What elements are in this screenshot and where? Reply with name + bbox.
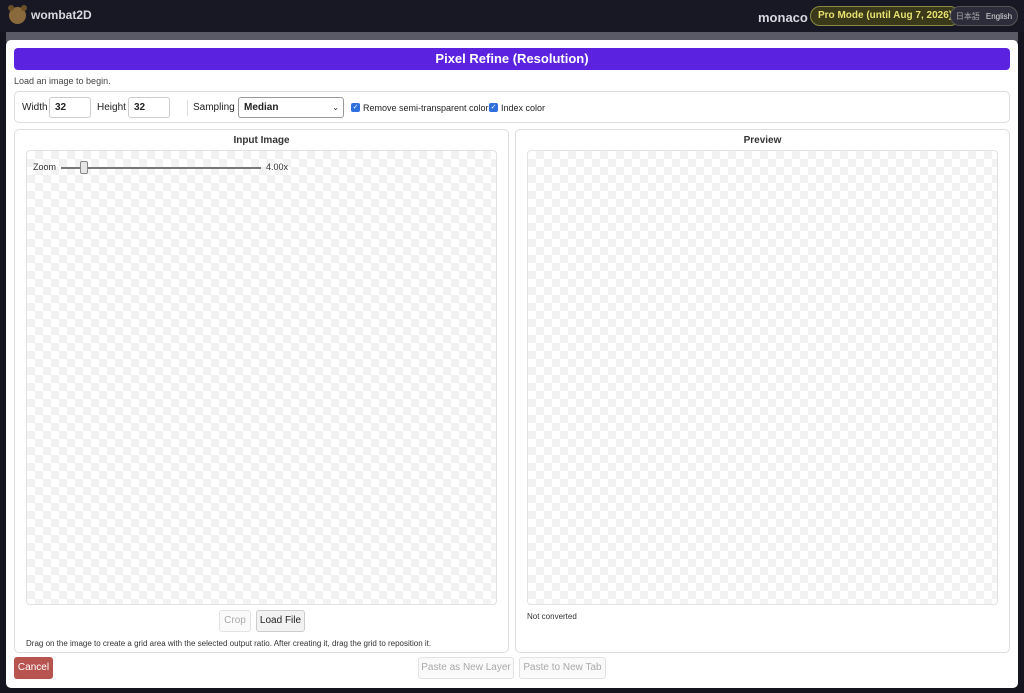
lang-en[interactable]: English — [986, 12, 1012, 21]
index-color-label[interactable]: Index color — [501, 103, 545, 113]
height-input[interactable]: 32 — [128, 97, 170, 118]
settings-row: Width 32 Height 32 Sampling Median ⌄ ✓ R… — [14, 91, 1010, 123]
paste-as-new-layer-button[interactable]: Paste as New Layer — [418, 657, 514, 679]
zoom-slider-thumb[interactable] — [80, 161, 88, 174]
sampling-select[interactable]: Median ⌄ — [238, 97, 344, 118]
sampling-value: Median — [244, 102, 279, 113]
remove-semi-label[interactable]: Remove semi-transparent colors — [363, 103, 493, 113]
width-label: Width — [22, 102, 48, 113]
dialog-status: Load an image to begin. — [14, 76, 111, 86]
dialog-title: Pixel Refine (Resolution) — [14, 48, 1010, 70]
paste-to-new-tab-button[interactable]: Paste to New Tab — [519, 657, 606, 679]
sampling-label: Sampling — [193, 102, 235, 113]
lang-ja[interactable]: 日本語 — [956, 11, 980, 22]
cancel-button[interactable]: Cancel — [14, 657, 53, 679]
divider — [187, 100, 188, 116]
zoom-value: 4.00x — [266, 162, 289, 172]
load-file-button[interactable]: Load File — [256, 610, 305, 632]
input-image-panel: Input Image Zoom 4.00x Crop Load File Dr… — [14, 129, 509, 653]
preview-canvas — [527, 150, 998, 605]
wombat-logo-icon — [8, 5, 27, 24]
zoom-label: Zoom — [33, 162, 57, 172]
height-label: Height — [97, 102, 126, 113]
index-color-checkbox[interactable]: ✓ — [489, 103, 498, 112]
preview-panel-title: Preview — [743, 135, 782, 146]
chevron-down-icon: ⌄ — [332, 103, 339, 112]
zoom-slider[interactable] — [61, 167, 261, 169]
app-bar: wombat2D monaco Pro Mode (until Aug 7, 2… — [0, 0, 1024, 32]
language-switch[interactable]: 日本語 English — [950, 6, 1018, 26]
remove-semi-checkbox[interactable]: ✓ — [351, 103, 360, 112]
width-input[interactable]: 32 — [49, 97, 91, 118]
pro-mode-badge[interactable]: Pro Mode (until Aug 7, 2026) — [810, 6, 961, 26]
input-hint: Drag on the image to create a grid area … — [26, 639, 432, 648]
user-name[interactable]: monaco — [758, 10, 808, 25]
app-brand: wombat2D — [31, 8, 92, 22]
preview-status: Not converted — [527, 612, 577, 621]
input-panel-title: Input Image — [233, 135, 290, 146]
crop-button[interactable]: Crop — [219, 610, 251, 632]
pixel-refine-dialog: Pixel Refine (Resolution) Load an image … — [6, 40, 1018, 688]
preview-panel: Preview Not converted — [515, 129, 1010, 653]
input-canvas[interactable]: Zoom 4.00x — [26, 150, 497, 605]
